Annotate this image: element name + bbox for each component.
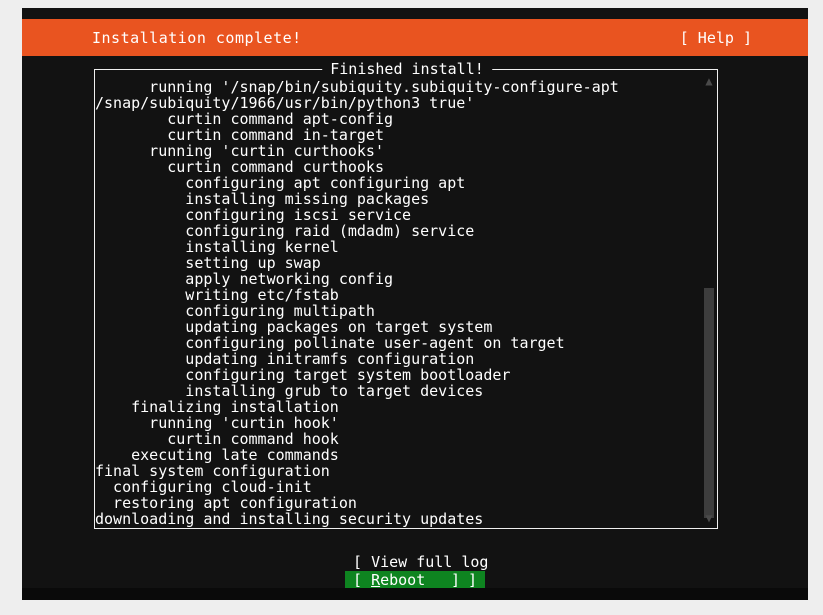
log-scrollbar[interactable]: ▲ ▼: [701, 70, 717, 528]
log-line: executing late commands: [95, 446, 339, 464]
view-log-text: View full log: [371, 553, 489, 571]
log-line: curtin command apt-config: [95, 110, 394, 128]
log-line: configuring target system bootloader: [95, 366, 511, 384]
log-line: installing kernel: [95, 238, 339, 256]
log-line: configuring pollinate user-agent on targ…: [95, 334, 565, 352]
scroll-down-arrow-icon[interactable]: ▼: [703, 511, 715, 525]
reboot-spacer: [362, 571, 371, 589]
view-log-close-bracket: ]: [467, 571, 477, 589]
log-line: apply networking config: [95, 270, 394, 288]
scrollbar-track[interactable]: [701, 88, 717, 518]
log-line: configuring apt configuring apt: [95, 174, 466, 192]
terminal-screen: Installation complete! [ Help ] Finished…: [22, 8, 808, 600]
view-log-open-bracket: [: [353, 553, 363, 571]
log-line: running '/snap/bin/subiquity.subiquity-c…: [95, 78, 619, 96]
screen-bottom-strip: [22, 588, 808, 600]
log-line: curtin command curthooks: [95, 158, 384, 176]
log-line: restoring apt configuration: [95, 494, 357, 512]
log-line: writing etc/fstab: [95, 286, 339, 304]
log-line: setting up swap: [95, 254, 321, 272]
action-buttons: [ View full log] [ Reboot]: [22, 553, 808, 589]
page-title: Installation complete!: [92, 28, 302, 47]
reboot-button[interactable]: [ Reboot]: [345, 571, 485, 589]
reboot-open-bracket: [: [353, 571, 363, 589]
log-line: installing missing packages: [95, 190, 430, 208]
reboot-accel-key: R: [371, 571, 381, 589]
scrollbar-thumb[interactable]: [704, 288, 714, 518]
log-line: final system configuration: [95, 462, 330, 480]
log-line: configuring raid (mdadm) service: [95, 222, 475, 240]
header-bar: Installation complete! [ Help ]: [22, 19, 808, 56]
log-panel-title: Finished install!: [322, 61, 492, 77]
help-button[interactable]: [ Help ]: [680, 29, 752, 47]
log-line: installing grub to target devices: [95, 382, 484, 400]
log-line: downloading and installing security upda…: [95, 510, 484, 528]
log-line: running 'curtin curthooks': [95, 142, 384, 160]
scroll-up-arrow-icon[interactable]: ▲: [703, 74, 715, 88]
log-line: updating initramfs configuration: [95, 350, 475, 368]
log-line: running 'curtin hook': [95, 414, 339, 432]
reboot-close-bracket: ]: [450, 571, 460, 589]
log-line: /snap/subiquity/1966/usr/bin/python3 tru…: [95, 94, 475, 112]
log-output: running '/snap/bin/subiquity.subiquity-c…: [95, 70, 702, 528]
log-line: updating packages on target system: [95, 318, 493, 336]
log-line: configuring multipath: [95, 302, 375, 320]
log-line: curtin command hook: [95, 430, 339, 448]
view-full-log-button[interactable]: [ View full log]: [345, 553, 489, 589]
install-log-panel: Finished install! running '/snap/bin/sub…: [94, 61, 720, 531]
screen-top-strip: [22, 8, 808, 19]
reboot-label: eboot: [380, 571, 426, 589]
log-line: configuring iscsi service: [95, 206, 412, 224]
log-line: finalizing installation: [95, 398, 339, 416]
view-log-label: [362, 553, 371, 571]
log-line: configuring cloud-init: [95, 478, 312, 496]
log-line: curtin command in-target: [95, 126, 384, 144]
